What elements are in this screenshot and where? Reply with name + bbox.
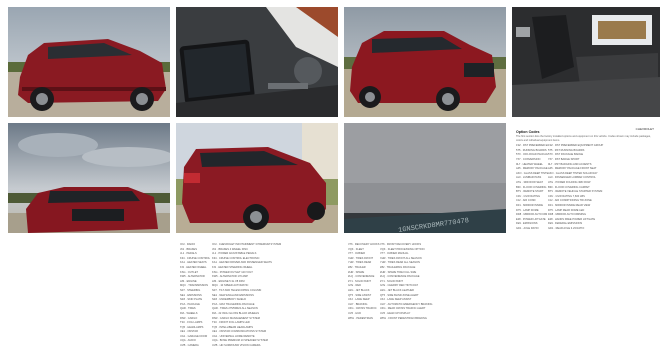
photo-dashboard-touchscreen[interactable] xyxy=(176,7,338,117)
document-option-codes-page-2[interactable]: IOU · RADIO IOU · CHEVROLET INFOTAINMENT … xyxy=(176,239,338,349)
photo-front-side-red-suv[interactable] xyxy=(8,7,170,117)
photo-gallery-grid: 1GNSCRKD8MR770478 CHEVROLET Option Codes… xyxy=(0,0,664,352)
doc-content: Option Codes The first section lists the… xyxy=(516,130,656,231)
photo-front-three-quarter-image xyxy=(344,7,506,117)
document-option-codes-page-3[interactable]: V76 · RECOVERY HOOKS V76 · FRONT RECOVERY… xyxy=(344,239,506,349)
photo-rear-seats-interior[interactable] xyxy=(512,7,660,117)
photo-rear-image xyxy=(176,123,338,233)
photo-vin-image xyxy=(344,123,506,233)
photo-front-side-image xyxy=(8,7,170,117)
option-code: WPH · PEDESTRIAN xyxy=(348,316,373,320)
doc3-rows: V76 · RECOVERY HOOKS V76 · FRONT RECOVERY… xyxy=(348,243,502,345)
doc-title: Option Codes xyxy=(516,130,540,134)
doc-intro: The first section lists the factory inst… xyxy=(516,135,651,142)
photo-vin-label-closeup[interactable]: 1GNSCRKD8MR770478 xyxy=(344,123,506,233)
photo-front-view-cloudy-sky[interactable] xyxy=(8,123,170,233)
photo-interior-image xyxy=(512,7,660,117)
option-code-row: GD1 · AXLE RATIO GD1 · REAR AXLE 3.23 RAT… xyxy=(516,227,656,232)
photo-dashboard-image xyxy=(176,7,338,117)
option-code-row: WPH · PEDESTRIAN WPH · FRONT PEDESTRIAN B… xyxy=(348,317,502,322)
option-description: GD1 · REAR AXLE 3.23 RATIO xyxy=(548,226,585,230)
photo-front-view-image xyxy=(8,123,170,233)
photo-front-three-quarter[interactable] xyxy=(344,7,506,117)
doc2-rows: IOU · RADIO IOU · CHEVROLET INFOTAINMENT … xyxy=(180,243,334,349)
document-option-codes-page-1[interactable]: CHEVROLET Option Codes The first section… xyxy=(512,123,660,233)
option-code: GD1 · AXLE RATIO xyxy=(516,226,539,230)
photo-rear-three-quarter[interactable] xyxy=(176,123,338,233)
doc-rows: 1SZ · RST PREFERRED EQUIPMENT GROUP1SZ ·… xyxy=(516,144,656,231)
option-description: WPH · FRONT PEDESTRIAN BRAKING xyxy=(380,316,427,320)
